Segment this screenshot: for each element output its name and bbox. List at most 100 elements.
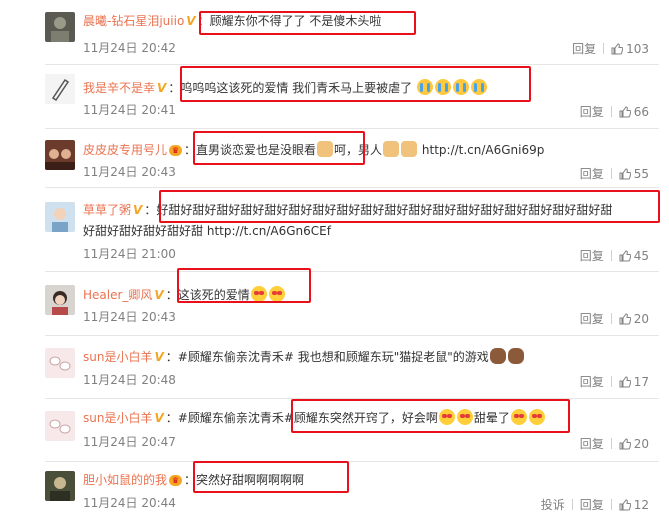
like-button[interactable]: 20 (619, 312, 649, 326)
divider (45, 461, 659, 462)
reply-button[interactable]: 回复 (580, 437, 604, 451)
comment-actions: 回复 45 (580, 249, 649, 263)
like-button[interactable]: 20 (619, 437, 649, 451)
divider (610, 313, 612, 324)
comment-text-line-2: 好甜好甜好甜好甜好甜 http://t.cn/A6Gn6CEf (83, 223, 331, 239)
username-link[interactable]: 我是辛不是幸 (83, 81, 155, 95)
like-count: 45 (633, 249, 649, 263)
like-button[interactable]: 103 (611, 42, 649, 56)
topic-link[interactable]: #顾耀东偷亲沈青禾# (178, 350, 294, 364)
verified-badge-icon: V (154, 411, 164, 425)
colon: ： (165, 350, 178, 364)
comment-time: 11月24日 20:47 (83, 435, 176, 449)
avatar[interactable] (45, 348, 75, 378)
avatar[interactable] (45, 74, 75, 104)
colon: ： (165, 288, 178, 302)
comment-actions: 回复 17 (580, 375, 649, 389)
username-link[interactable]: sun是小白羊 (83, 350, 152, 364)
avatar[interactable] (45, 285, 75, 315)
comment-text-line: 皮皮皮专用号儿 ♛ ：直男谈恋爱也是没眼看 呵，男人 http://t.cn/A6Gn… (83, 141, 661, 158)
comment-text-line: 胆小如鼠的的我 ♛ ：突然好甜啊啊啊啊啊 (83, 472, 661, 488)
reply-button[interactable]: 回复 (580, 167, 604, 181)
highlight-box (199, 11, 416, 35)
verified-badge-icon: V (133, 203, 143, 217)
username-link[interactable]: 胆小如鼠的的我 (83, 473, 167, 487)
report-button[interactable]: 投诉 (541, 498, 565, 512)
comment-content: 我也想和顾耀东玩"猫捉老鼠"的游戏 (297, 350, 489, 364)
reply-button[interactable]: 回复 (572, 42, 596, 56)
comment-actions: 回复 20 (580, 312, 649, 326)
comment-time: 11月24日 20:43 (83, 310, 176, 324)
divider (45, 187, 659, 188)
reply-button[interactable]: 回复 (580, 375, 604, 389)
comment-time: 11月24日 21:00 (83, 247, 176, 261)
highlight-box (193, 131, 365, 165)
verified-badge-icon: V (154, 288, 164, 302)
divider (45, 271, 659, 272)
divider (571, 499, 573, 510)
like-button[interactable]: 55 (619, 167, 649, 181)
colon: ： (165, 411, 178, 425)
avatar[interactable] (45, 471, 75, 501)
crown-badge-icon: ♛ (169, 475, 183, 486)
thumbs-up-icon (619, 376, 631, 388)
avatar[interactable] (45, 411, 75, 441)
reply-button[interactable]: 回复 (580, 498, 604, 512)
username-link[interactable]: 草草了粥 (83, 203, 131, 217)
thumbs-up-icon (619, 250, 631, 262)
comment-time: 11月24日 20:42 (83, 41, 176, 55)
highlight-box (180, 66, 531, 102)
username-link[interactable]: sun是小白羊 (83, 411, 152, 425)
username-link[interactable]: 晨曦-钻石星泪juiio (83, 14, 184, 28)
avatar[interactable] (45, 12, 75, 42)
divider (610, 168, 612, 179)
comment-actions: 回复 103 (572, 42, 649, 56)
comment-text-line: sun是小白羊 V ：#顾耀东偷亲沈青禾# 我也想和顾耀东玩"猫捉老鼠"的游戏 (83, 348, 661, 365)
divider (610, 106, 612, 117)
divider (45, 64, 659, 65)
comment-actions: 投诉 回复 12 (541, 498, 649, 512)
divider (610, 499, 612, 510)
crown-badge-icon: ♛ (169, 145, 183, 156)
avatar[interactable] (45, 140, 75, 170)
highlight-box (291, 399, 570, 433)
comment-actions: 回复 55 (580, 167, 649, 181)
topic-link[interactable]: #顾耀东偷亲沈青禾# (178, 411, 294, 425)
like-button[interactable]: 66 (619, 105, 649, 119)
comment-actions: 回复 20 (580, 437, 649, 451)
short-link[interactable]: http://t.cn/A6Gni69p (422, 143, 545, 157)
divider (610, 250, 612, 261)
like-button[interactable]: 12 (619, 498, 649, 512)
cat-emoji-icon (383, 141, 400, 157)
like-count: 20 (633, 312, 649, 326)
like-button[interactable]: 17 (619, 375, 649, 389)
thumbs-up-icon (619, 499, 631, 511)
thumbs-up-icon (619, 106, 631, 118)
covering-face-emoji-icon (489, 348, 506, 364)
reply-button[interactable]: 回复 (580, 312, 604, 326)
comment-time: 11月24日 20:41 (83, 103, 176, 117)
like-count: 17 (633, 375, 649, 389)
comment-time: 11月24日 20:48 (83, 373, 176, 387)
short-link[interactable]: http://t.cn/A6Gn6CEf (207, 224, 331, 238)
comment-text-line: Healer_卿风 V ：这该死的爱情 (83, 286, 661, 303)
thumbs-up-icon (611, 43, 624, 55)
comment-actions: 回复 66 (580, 105, 649, 119)
verified-badge-icon: V (157, 81, 167, 95)
highlight-box (159, 190, 660, 223)
reply-button[interactable]: 回复 (580, 105, 604, 119)
username-link[interactable]: Healer_卿风 (83, 288, 152, 302)
username-link[interactable]: 皮皮皮专用号儿 (83, 143, 167, 157)
cat-emoji-icon (401, 141, 418, 157)
avatar[interactable] (45, 202, 75, 232)
comment-item: sun是小白羊 V ：#顾耀东偷亲沈青禾# 我也想和顾耀东玩"猫捉老鼠"的游戏 11… (0, 338, 669, 399)
covering-face-emoji-icon (507, 348, 524, 364)
comment-item: Healer_卿风 V ：这该死的爱情 11月24日 20:43 回复 20 (0, 274, 669, 336)
comment-time: 11月24日 20:44 (83, 496, 176, 510)
colon: ： (168, 81, 181, 95)
like-count: 103 (626, 42, 649, 56)
like-button[interactable]: 45 (619, 249, 649, 263)
reply-button[interactable]: 回复 (580, 249, 604, 263)
verified-badge-icon: V (186, 14, 196, 28)
divider (610, 438, 612, 449)
